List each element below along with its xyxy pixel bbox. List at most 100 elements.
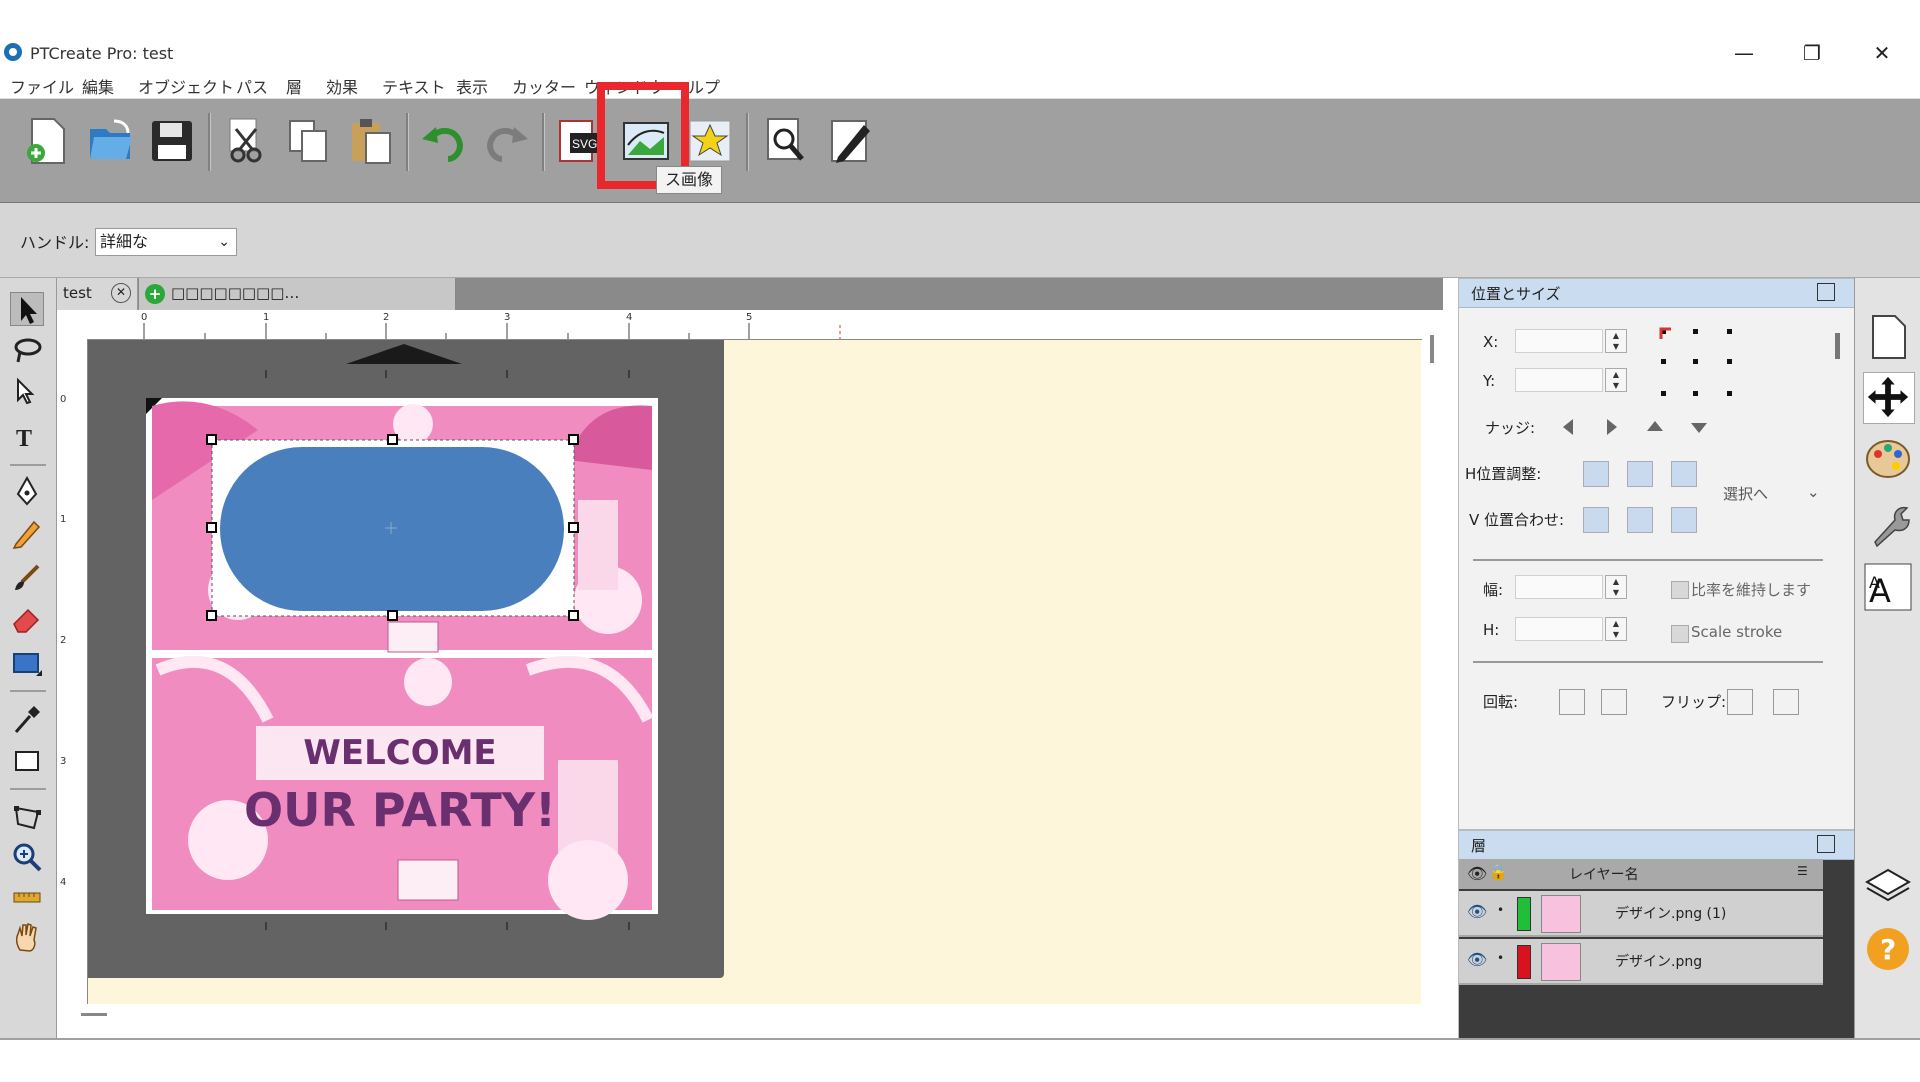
nudge-right-button[interactable] [1599,415,1623,439]
eyedropper-tool[interactable] [10,702,44,736]
y-input[interactable] [1515,368,1603,392]
eye-icon[interactable]: 👁 [1467,902,1487,921]
align-right-icon[interactable] [1671,461,1697,487]
menu-edit[interactable]: 編集 [82,74,114,98]
node-select-tool[interactable] [10,376,44,410]
zoom-tool[interactable] [10,840,44,874]
nudge-left-button[interactable] [1557,415,1581,439]
menu-path[interactable]: パス [236,74,268,98]
layers-icon[interactable] [1863,862,1913,912]
brush-tool[interactable] [10,560,44,594]
nudge-down-button[interactable] [1687,415,1711,439]
save-button[interactable] [146,115,198,167]
layer-row[interactable]: 👁 • デザイン.png (1) [1459,891,1823,937]
layer-color-swatch[interactable] [1517,945,1531,979]
menu-effects[interactable]: 効果 [326,74,358,98]
pen-tool[interactable] [10,474,44,508]
layer-color-swatch[interactable] [1517,897,1531,931]
x-stepper[interactable]: ▲ ▼ [1605,329,1627,353]
handle-label: ハンドル: [20,233,90,252]
menu-icon[interactable]: ☰ [1797,864,1808,878]
panel-scroll-thumb[interactable] [1835,333,1840,359]
transform-tool[interactable] [10,800,44,834]
menu-view[interactable]: 表示 [456,74,488,98]
menu-layer[interactable]: 層 [286,74,302,98]
rectangle-tool[interactable] [10,646,44,680]
menu-text[interactable]: テキスト [382,74,446,98]
help-icon[interactable]: ? [1863,924,1913,974]
cut-button[interactable] [220,115,272,167]
scroll-thumb[interactable] [1430,335,1434,363]
title-bar: PTCreate Pro: test — ❐ ✕ [0,36,1920,70]
edit-pen-button[interactable] [824,115,876,167]
star-shape-button[interactable] [684,115,736,167]
tool-palette: T [0,278,57,1038]
y-stepper[interactable]: ▲ ▼ [1605,368,1627,392]
canvas-horizontal-scrollbar[interactable] [57,1004,1443,1026]
scale-stroke-checkbox[interactable] [1671,625,1689,643]
restore-button[interactable]: ❐ [1782,38,1842,68]
rotate-label: 回転: [1483,693,1519,711]
handle-select[interactable]: 詳細な ⌄ [95,228,237,256]
lock-dot[interactable]: • [1497,951,1504,965]
menu-file[interactable]: ファイル [10,74,74,98]
width-stepper[interactable]: ▲ ▼ [1605,575,1627,599]
move-icon[interactable] [1863,372,1915,424]
eye-icon[interactable]: 👁 [1467,950,1487,969]
undo-button[interactable] [418,115,470,167]
minimize-button[interactable]: — [1714,38,1774,68]
preview-button[interactable] [760,115,812,167]
canvas-vertical-scrollbar[interactable] [1426,311,1442,1004]
ruler-tool[interactable] [10,880,44,914]
scroll-thumb[interactable] [81,1013,107,1016]
reference-point-grid[interactable] [1659,325,1739,405]
rotate-right-icon[interactable] [1601,689,1627,715]
keep-ratio-checkbox[interactable] [1671,581,1689,599]
copy-button[interactable] [282,115,334,167]
close-window-button[interactable]: ✕ [1852,38,1912,68]
ruler-label: 0 [141,312,148,323]
text-size-icon[interactable]: ​A A [1863,562,1913,612]
flip-vertical-icon[interactable] [1773,689,1799,715]
align-top-icon[interactable] [1583,507,1609,533]
expand-panel-icon[interactable] [1817,835,1835,853]
height-stepper[interactable]: ▲ ▼ [1605,617,1627,641]
lasso-tool[interactable] [10,334,44,368]
horizontal-ruler: 0 1 2 3 4 5 [88,311,1422,340]
open-file-button[interactable] [84,115,136,167]
palette-icon[interactable] [1863,434,1913,484]
rotate-left-icon[interactable] [1559,689,1585,715]
width-input[interactable] [1515,575,1603,599]
align-left-icon[interactable] [1583,461,1609,487]
nudge-up-button[interactable] [1643,415,1667,439]
align-bottom-icon[interactable] [1671,507,1697,533]
panel-title: 層 [1471,837,1487,855]
layer-thumbnail [1541,943,1581,981]
hand-tool[interactable] [10,920,44,954]
document-icon[interactable] [1863,312,1913,362]
expand-panel-icon[interactable] [1817,283,1835,301]
app-logo-icon [4,43,22,61]
select-tool[interactable] [10,292,44,326]
tab-new[interactable]: + □□□□□□□□… [139,278,456,310]
x-input[interactable] [1515,329,1603,353]
pencil-tool[interactable] [10,516,44,550]
flip-horizontal-icon[interactable] [1727,689,1753,715]
text-tool[interactable]: T [10,420,44,454]
height-input[interactable] [1515,617,1603,641]
close-tab-icon[interactable]: ✕ [111,283,131,303]
new-file-button[interactable] [20,115,72,167]
eraser-tool[interactable] [10,602,44,636]
align-middle-icon[interactable] [1627,507,1653,533]
wrench-icon[interactable] [1863,500,1913,550]
frame-tool[interactable] [10,744,44,778]
redo-button[interactable] [480,115,532,167]
tab-test[interactable]: test ✕ [57,278,138,310]
layer-row[interactable]: 👁 • デザイン.png [1459,939,1823,985]
menu-object[interactable]: オブジェクト [138,74,234,98]
lock-dot[interactable]: • [1497,903,1504,917]
paste-button[interactable] [344,115,396,167]
menu-cutter[interactable]: カッター [512,74,576,98]
align-center-icon[interactable] [1627,461,1653,487]
align-to-select[interactable]: 選択へ ⌄ [1723,483,1823,509]
